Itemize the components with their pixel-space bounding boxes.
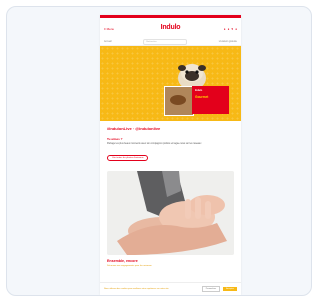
cookie-accept-button[interactable]: Accepter <box>223 287 237 291</box>
brand-logo[interactable]: Indulo <box>100 24 241 31</box>
header-icons: ● ● ♥ ● <box>224 27 237 31</box>
promo-card[interactable]: Indulo Gourmet <box>192 86 229 114</box>
hero-banner[interactable]: Indulo Gourmet <box>100 46 241 121</box>
product-box <box>164 86 194 116</box>
search-icon[interactable]: ● <box>224 27 226 31</box>
section-description: Partage tes plus beaux moments avec ton … <box>107 143 202 145</box>
delivery-info[interactable]: Livraison gratuite <box>219 40 237 43</box>
promo-title: Gourmet <box>195 95 209 99</box>
hands-paw-illustration <box>107 171 234 255</box>
cookie-settings-button[interactable]: Paramètres <box>201 286 221 292</box>
promo-brand: Indulo <box>195 89 203 92</box>
hashtag-heading: #IndulonLive · @indulonlive <box>107 126 161 131</box>
preview-card: ≡ Menu Indulo ● ● ♥ ● Accueil Rechercher… <box>6 6 312 296</box>
commitment-heading: Ensemble, encore <box>107 259 138 263</box>
mobile-page: ≡ Menu Indulo ● ● ♥ ● Accueil Rechercher… <box>100 15 241 295</box>
hands-paw-photo <box>107 171 234 255</box>
heart-icon[interactable]: ♥ <box>231 27 233 31</box>
breadcrumb[interactable]: Accueil <box>104 40 112 43</box>
site-header: ≡ Menu Indulo ● ● ♥ ● <box>100 18 241 38</box>
cart-icon[interactable]: ● <box>235 27 237 31</box>
view-photos-button[interactable]: Voir toutes les photos d'animaux <box>107 155 149 161</box>
cookie-banner: Nous utilisons des cookies pour améliore… <box>100 282 241 295</box>
sub-navigation: Accueil Rechercher Livraison gratuite <box>100 38 241 46</box>
user-icon[interactable]: ● <box>228 27 230 31</box>
question-heading: Tu aimes ? <box>107 137 123 141</box>
search-input[interactable]: Rechercher <box>143 38 188 45</box>
cookie-text: Nous utilisons des cookies pour améliore… <box>104 288 170 290</box>
commitment-subtitle: Découvre nos engagements pour les animau… <box>107 265 152 267</box>
community-section: #IndulonLive · @indulonlive Tu aimes ? P… <box>100 121 241 163</box>
